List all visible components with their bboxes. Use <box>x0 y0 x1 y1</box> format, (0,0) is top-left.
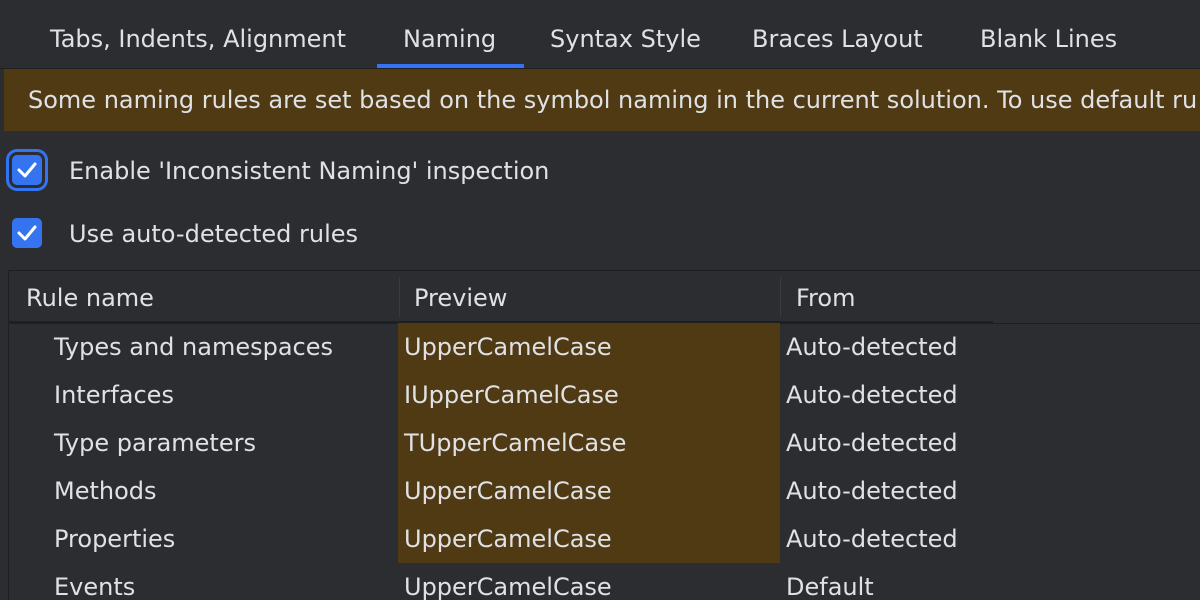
naming-rules-table: Rule name Preview From Types and namespa… <box>8 270 1200 600</box>
rule-name-cell: Methods <box>54 477 157 505</box>
from-cell: Auto-detected <box>786 429 958 457</box>
from-cell: Auto-detected <box>786 525 958 553</box>
table-row[interactable]: Interfaces IUpperCamelCase Auto-detected <box>9 371 1200 419</box>
from-cell: Auto-detected <box>786 477 958 505</box>
tab-blank-lines[interactable]: Blank Lines <box>980 0 1117 68</box>
preview-cell: UpperCamelCase <box>404 573 612 600</box>
enable-inspection-label[interactable]: Enable 'Inconsistent Naming' inspection <box>69 147 549 195</box>
tab-bar: Tabs, Indents, Alignment Naming Syntax S… <box>0 0 1200 69</box>
from-cell: Auto-detected <box>786 381 958 409</box>
preview-cell: IUpperCamelCase <box>404 381 619 409</box>
preview-cell: UpperCamelCase <box>404 477 612 505</box>
column-header-rule-name[interactable]: Rule name <box>26 271 154 323</box>
table-row[interactable]: Type parameters TUpperCamelCase Auto-det… <box>9 419 1200 467</box>
table-body: Types and namespaces UpperCamelCase Auto… <box>9 323 1200 600</box>
rule-name-cell: Type parameters <box>54 429 256 457</box>
column-header-from[interactable]: From <box>796 271 855 323</box>
rule-name-cell: Events <box>54 573 136 600</box>
column-divider[interactable] <box>780 277 781 317</box>
enable-inspection-option[interactable]: Enable 'Inconsistent Naming' inspection <box>0 147 800 195</box>
rule-name-cell: Types and namespaces <box>54 333 334 361</box>
preview-cell: TUpperCamelCase <box>404 429 627 457</box>
enable-inspection-checkbox[interactable] <box>12 155 42 185</box>
table-row[interactable]: Types and namespaces UpperCamelCase Auto… <box>9 323 1200 371</box>
from-cell: Default <box>786 573 874 600</box>
column-divider[interactable] <box>399 277 400 317</box>
banner-text: Some naming rules are set based on the s… <box>28 86 1198 114</box>
tab-braces-layout[interactable]: Braces Layout <box>752 0 923 68</box>
naming-settings-panel: Tabs, Indents, Alignment Naming Syntax S… <box>0 0 1200 600</box>
tab-naming[interactable]: Naming <box>376 0 525 68</box>
use-auto-detected-label[interactable]: Use auto-detected rules <box>69 210 358 258</box>
preview-cell: UpperCamelCase <box>404 333 612 361</box>
tab-tabs-indents-alignment[interactable]: Tabs, Indents, Alignment <box>50 0 346 68</box>
info-banner: Some naming rules are set based on the s… <box>4 69 1200 131</box>
rule-name-cell: Interfaces <box>54 381 174 409</box>
from-cell: Auto-detected <box>786 333 958 361</box>
check-icon <box>17 162 37 178</box>
column-header-preview[interactable]: Preview <box>414 271 507 323</box>
tab-syntax-style[interactable]: Syntax Style <box>550 0 701 68</box>
use-auto-detected-checkbox[interactable] <box>12 218 42 248</box>
table-row[interactable]: Events UpperCamelCase Default <box>9 563 1200 600</box>
use-auto-detected-option[interactable]: Use auto-detected rules <box>0 210 800 258</box>
table-row[interactable]: Properties UpperCamelCase Auto-detected <box>9 515 1200 563</box>
rule-name-cell: Properties <box>54 525 176 553</box>
table-header: Rule name Preview From <box>9 271 1200 324</box>
table-row[interactable]: Methods UpperCamelCase Auto-detected <box>9 467 1200 515</box>
preview-cell: UpperCamelCase <box>404 525 612 553</box>
check-icon <box>17 225 37 241</box>
